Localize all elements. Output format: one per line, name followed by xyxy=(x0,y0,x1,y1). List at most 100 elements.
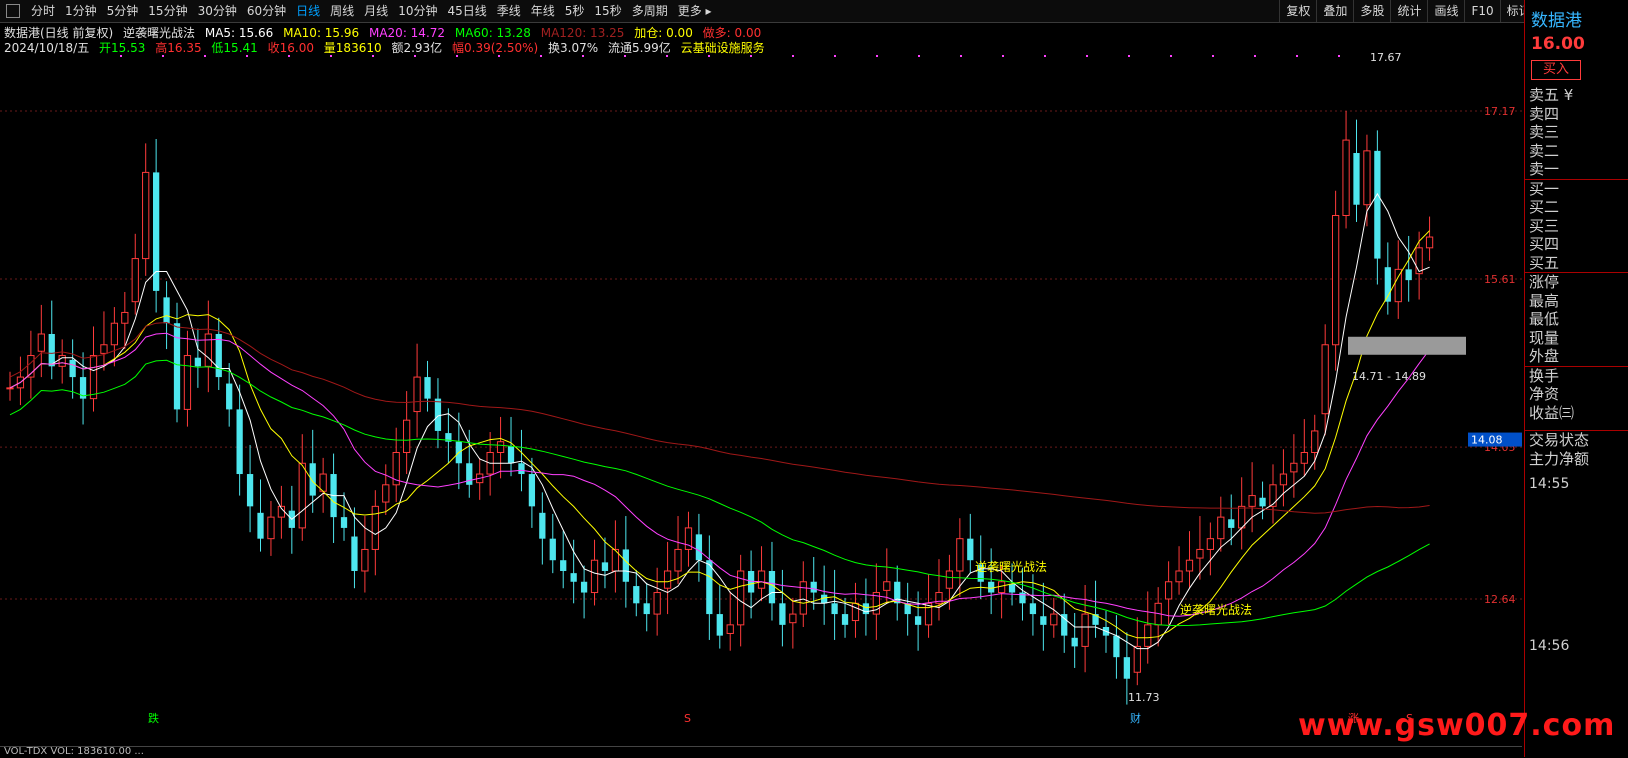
candle-body-down xyxy=(580,581,588,593)
sell-row: 卖二 xyxy=(1529,141,1560,160)
stock-name: 数据港 xyxy=(1531,11,1582,31)
candle-body-up xyxy=(590,559,599,594)
tool-button[interactable]: 多股 xyxy=(1353,0,1390,22)
candlestick-chart[interactable]: 17.1715.6114.0512.6414.0817.6711.73逆袭曙光战… xyxy=(0,22,1522,738)
signal-dot xyxy=(582,55,584,57)
zone-label: 14.71 - 14.89 xyxy=(1352,370,1426,383)
candle-body-up xyxy=(1133,645,1141,673)
buy-button[interactable]: 买入 xyxy=(1531,60,1581,80)
right-quote-panel: 数据港 16.00 买入 卖五 ¥ 卖四 卖三 卖二 卖一 买一 买二 买三 买四 买五 涨停 最高最… xyxy=(1524,0,1628,757)
tool-button[interactable]: 叠加 xyxy=(1316,0,1353,22)
period-tab[interactable]: 5分钟 xyxy=(102,0,144,22)
tool-button[interactable]: F10 xyxy=(1464,0,1499,22)
candle-body-down xyxy=(351,536,358,571)
candle-body-up xyxy=(945,570,954,589)
candle-body-up xyxy=(1331,214,1340,346)
tool-button[interactable]: 统计 xyxy=(1390,0,1427,22)
candle-body-down xyxy=(914,616,922,625)
sell-row: 卖五 ¥ xyxy=(1529,86,1574,104)
candle-body-down xyxy=(1113,635,1120,658)
signal-dot xyxy=(204,55,206,57)
tool-button[interactable]: 复权 xyxy=(1279,0,1316,22)
period-tab[interactable]: 季线 xyxy=(492,0,526,22)
candle-body-down xyxy=(1123,657,1130,679)
period-tab[interactable]: 1分钟 xyxy=(60,0,102,22)
ma5-line xyxy=(9,192,1430,650)
period-tab[interactable]: 周线 xyxy=(325,0,359,22)
price-axis-label: 17.17 xyxy=(1484,105,1516,118)
candle-body-down xyxy=(779,603,786,625)
signal-dot xyxy=(1002,55,1004,57)
signal-dot xyxy=(834,55,836,57)
window-icon[interactable] xyxy=(6,4,20,18)
candle-body-up xyxy=(121,311,129,324)
candle-body-down xyxy=(716,614,723,636)
candle-body-down xyxy=(424,377,431,399)
period-tab[interactable]: 15秒 xyxy=(589,0,626,22)
tool-button[interactable]: 画线 xyxy=(1427,0,1464,22)
candle-body-up xyxy=(142,171,150,260)
candle-body-down xyxy=(1228,519,1235,528)
candle-body-up xyxy=(851,602,860,622)
period-tab[interactable]: 多周期 xyxy=(627,0,673,22)
period-tab[interactable]: 日线 xyxy=(291,0,325,22)
candle-body-up xyxy=(89,355,98,400)
stat-row: 涨停 xyxy=(1525,272,1628,292)
signal-dot xyxy=(750,55,752,57)
candle-body-up xyxy=(653,592,661,615)
candle-body-up xyxy=(58,355,66,367)
candle-body-up xyxy=(997,581,1006,594)
signal-dot xyxy=(1128,55,1130,57)
candle-body-up xyxy=(1290,462,1298,473)
candle-body-up xyxy=(1248,495,1256,507)
candle-body-down xyxy=(194,357,202,367)
signal-annotation: 逆袭曙光战法 xyxy=(1180,602,1252,617)
period-tab[interactable]: 年线 xyxy=(526,0,560,22)
candle-body-up xyxy=(1425,236,1434,249)
period-tab[interactable]: 45日线 xyxy=(442,0,491,22)
candle-body-down xyxy=(507,446,515,464)
candle-body-up xyxy=(100,344,108,354)
period-tab[interactable]: 月线 xyxy=(359,0,393,22)
candle-body-up xyxy=(496,441,505,453)
signal-dot xyxy=(414,55,416,57)
zone-box xyxy=(1348,336,1466,355)
candle-body-up xyxy=(1300,451,1308,464)
candle-body-up xyxy=(298,462,306,529)
period-tab[interactable]: 分时 xyxy=(26,0,60,22)
signal-dot xyxy=(1254,55,1256,57)
high-annotation: 17.67 xyxy=(1370,51,1402,64)
candle-body-up xyxy=(1238,505,1246,529)
signal-dot xyxy=(666,55,668,57)
candle-body-up xyxy=(382,484,390,503)
candle-body-down xyxy=(163,297,170,324)
tick-time: 14:55 xyxy=(1529,476,1570,492)
candle-body-up xyxy=(37,333,45,352)
candle-body-up xyxy=(1050,613,1058,626)
period-tab[interactable]: 5秒 xyxy=(560,0,590,22)
candle-body-up xyxy=(1279,473,1288,486)
buy-row: 买二 xyxy=(1529,198,1560,216)
price-axis-label: 15.61 xyxy=(1484,273,1516,286)
period-tab[interactable]: 60分钟 xyxy=(242,0,291,22)
signal-dot xyxy=(1212,55,1214,57)
candle-body-up xyxy=(6,387,14,390)
sell-row: 卖三 xyxy=(1529,123,1560,141)
trade-status-label: 交易状态 xyxy=(1529,431,1590,449)
candle-body-up xyxy=(1394,268,1402,303)
candle-body-down xyxy=(215,333,222,378)
candle-body-up xyxy=(1342,139,1350,216)
candle-body-up xyxy=(1217,516,1225,540)
candle-body-up xyxy=(1164,581,1173,600)
signal-dot xyxy=(330,55,332,57)
candle-body-up xyxy=(204,333,212,367)
period-tab[interactable]: 更多 ▸ xyxy=(673,0,717,22)
candle-body-down xyxy=(434,398,442,431)
period-tab[interactable]: 30分钟 xyxy=(193,0,242,22)
candle-body-down xyxy=(539,512,546,539)
period-tab[interactable]: 15分钟 xyxy=(143,0,192,22)
signal-dot xyxy=(792,55,794,57)
candle-body-down xyxy=(1259,497,1266,507)
period-tab[interactable]: 10分钟 xyxy=(393,0,442,22)
signal-dot xyxy=(120,55,122,57)
